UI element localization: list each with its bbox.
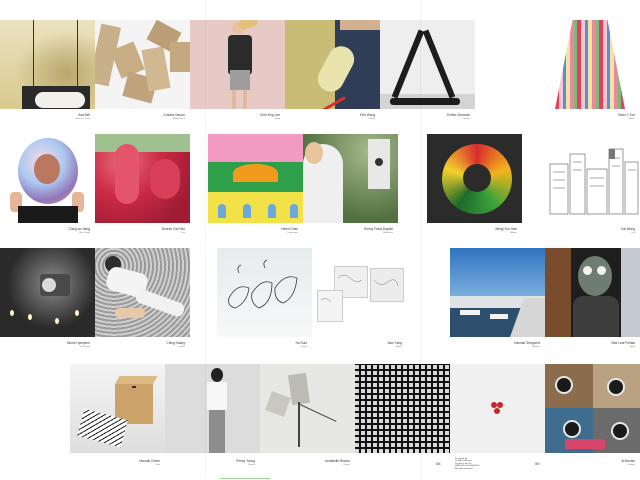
artwork-sketch-sheets <box>312 248 407 337</box>
sketch-scribbles <box>320 274 399 303</box>
artwork-cardboard-box <box>70 364 165 453</box>
caption-row1-1: Asa Bell Stone in Coats <box>75 113 90 121</box>
caption-row2-4: Emmy Fiona Dayrite Birdhouse <box>364 227 393 235</box>
artwork-ruffle-skirt <box>545 20 640 109</box>
artwork-ribbon-sculpture <box>427 134 522 223</box>
caption-row1-4: Erik Wong Pulling <box>360 113 375 121</box>
artwork-landscape-illustration <box>208 134 303 223</box>
caption-row3-3: Ha Suni Drops <box>295 341 307 349</box>
artwork-pulp-texture <box>95 134 190 223</box>
artwork-suspended-figure <box>0 20 95 109</box>
caption-row1-3: Chih-Ying Lee Body <box>259 113 280 121</box>
artwork-harbour-photo <box>450 248 545 337</box>
artwork-standing-portrait <box>165 364 260 453</box>
artwork-gravel-portrait <box>95 248 190 337</box>
caption-row3-1: Seunk Hyunjeon Moonlight <box>66 341 90 349</box>
page-number-right: 59 <box>535 461 540 466</box>
caption-row3-4: Sam Yang Sketch <box>387 341 402 349</box>
caption-row4-3: Annabelle Ruxton Kinetic <box>324 459 350 467</box>
caption-row2-3: Helen Chan Landscape <box>281 227 298 235</box>
caption-row4-1: Hannah Green Box <box>139 459 160 467</box>
spread-fold-right <box>420 0 421 480</box>
spread-fold-left <box>205 0 206 480</box>
bottom-green-rule <box>220 478 270 479</box>
artwork-drops-drawing <box>217 248 312 337</box>
caption-row2-2: Doreen Ozil Hilo Pulp <box>161 227 185 235</box>
artwork-collage-faces <box>545 364 640 453</box>
artwork-pulling-rope <box>285 20 380 109</box>
caption-row3-5: Hannah Shepperd Harbour <box>514 341 540 349</box>
drops-drawing-lines <box>228 259 298 309</box>
caption-row2-5: Meng Yun Hwe Ribbon <box>495 227 517 235</box>
artwork-glass-bubble <box>0 134 95 223</box>
artwork-birdhouse-photo <box>303 134 398 223</box>
caption-row1-2: Cristina Gaucci Model Stack <box>163 113 185 121</box>
caption-row2-1: Ching-an Jiang Glass Body <box>68 227 90 235</box>
artwork-three-dots <box>450 364 545 453</box>
caption-row3-6: Vitor Leal Freitas Mask <box>610 341 635 349</box>
artwork-pixel-grid <box>355 364 450 453</box>
caption-row3-2: Ching Huang Gravel <box>166 341 185 349</box>
artwork-contact-performance <box>380 20 475 109</box>
caption-row1-5: Esther Domenie Contact <box>447 113 470 121</box>
caption-row4-2: Penny Young Portrait <box>236 459 255 467</box>
page-number-left: 58 <box>436 461 441 466</box>
colophon-text: Designed by Design Collective Printed in… <box>455 458 480 470</box>
caption-row2-6: Kai Wong City <box>621 227 635 235</box>
artwork-city-drawing <box>545 134 640 223</box>
city-drawing-lines <box>549 148 639 215</box>
artwork-moonlight-room <box>0 248 95 337</box>
artwork-kinetic-installation <box>260 364 355 453</box>
caption-row4-6: Al Boolse Collage <box>621 459 635 467</box>
artwork-stacked-blocks <box>95 20 190 109</box>
artwork-mask-figure <box>545 248 640 337</box>
caption-row1-6: Sean Y Zoe Ruffles <box>618 113 635 121</box>
